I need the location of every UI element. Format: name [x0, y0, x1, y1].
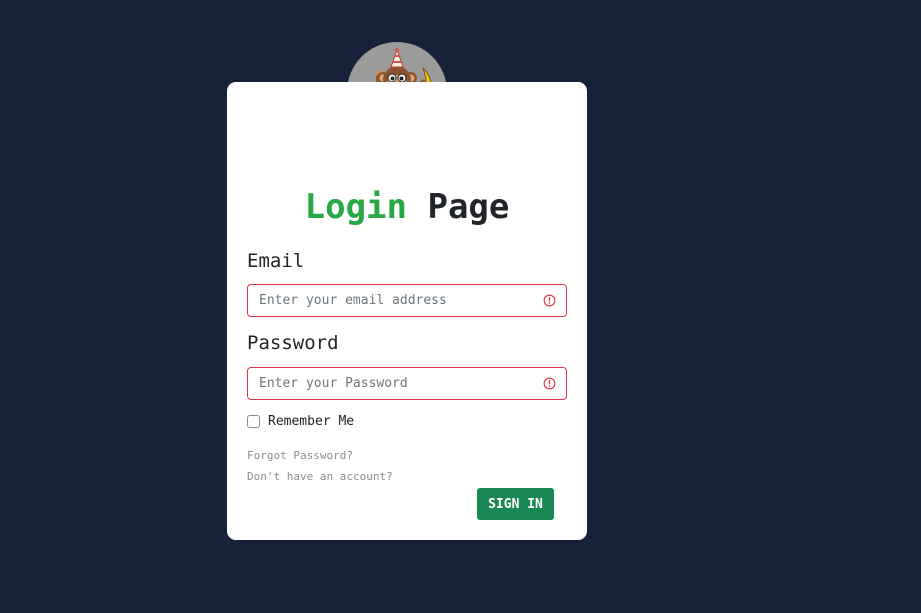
- forgot-password-link[interactable]: Forgot Password?: [247, 449, 353, 462]
- page-title-rest: Page: [427, 187, 510, 227]
- remember-me-checkbox[interactable]: [247, 415, 260, 428]
- password-label: Password: [247, 332, 339, 354]
- login-card: Login Page Email Password Remember Me Fo…: [227, 82, 587, 540]
- exclamation-circle-icon: [543, 294, 556, 307]
- page-title: Login Page: [227, 185, 587, 229]
- remember-me-row: Remember Me: [247, 414, 354, 429]
- sign-in-button[interactable]: SIGN IN: [477, 488, 554, 520]
- email-label: Email: [247, 250, 305, 272]
- password-field-wrapper: [247, 367, 567, 400]
- email-input[interactable]: [248, 285, 539, 316]
- email-field-wrapper: [247, 284, 567, 317]
- page-title-accent: Login: [304, 187, 407, 227]
- password-input[interactable]: [248, 368, 539, 399]
- signup-link[interactable]: Don't have an account?: [247, 470, 393, 483]
- remember-me-label[interactable]: Remember Me: [268, 414, 354, 429]
- exclamation-circle-icon: [543, 377, 556, 390]
